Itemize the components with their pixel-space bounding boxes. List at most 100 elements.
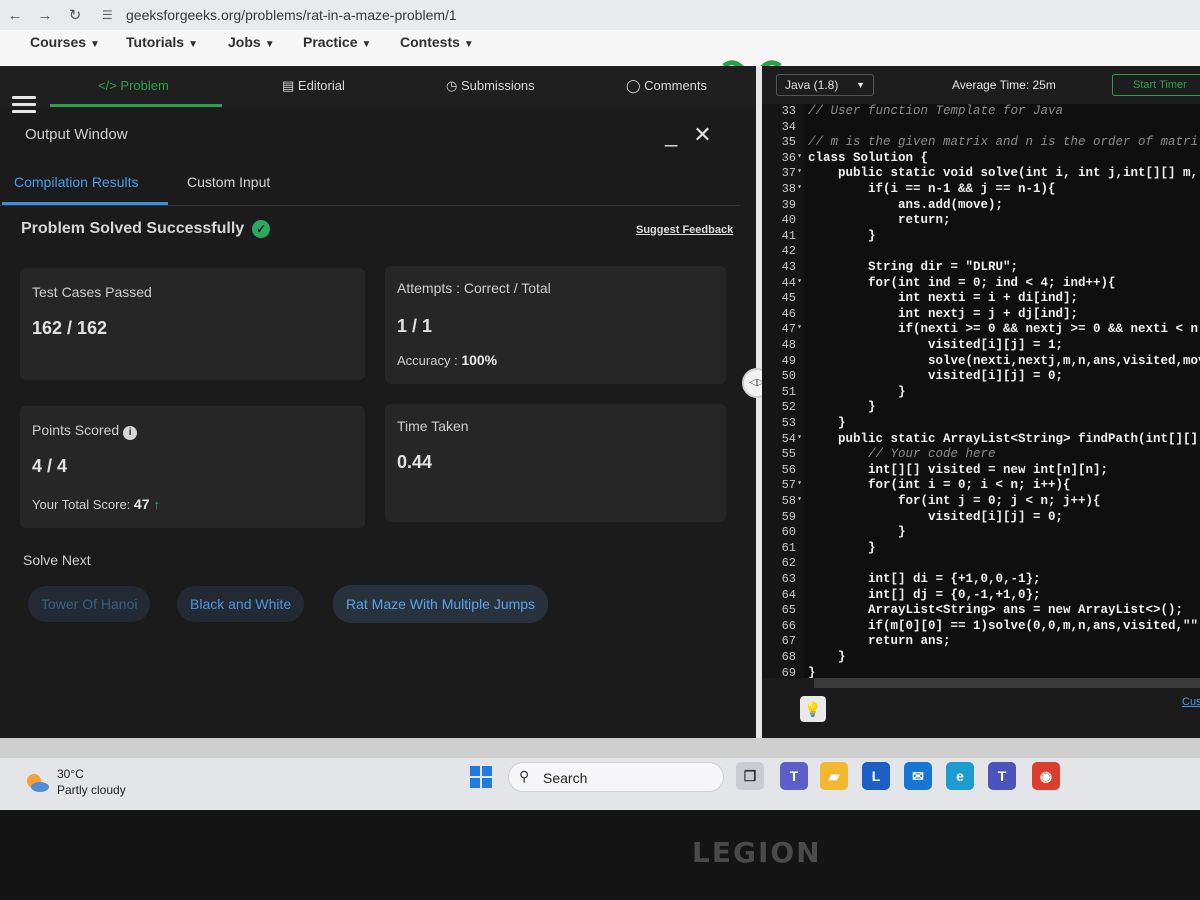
- line-number: 63: [781, 572, 796, 586]
- card-value: 162 / 162: [32, 318, 108, 338]
- line-number: 68: [781, 650, 796, 664]
- windows-start-icon[interactable]: [470, 766, 492, 788]
- minimize-icon[interactable]: _: [665, 122, 677, 147]
- tab-compilation-results[interactable]: Compilation Results: [14, 174, 139, 190]
- chrome-icon[interactable]: ◉: [1032, 762, 1060, 790]
- nav-tutorials[interactable]: Tutorials ▼: [126, 34, 198, 50]
- code-line: int nextj = j + dj[ind];: [808, 306, 1079, 321]
- back-arrow-icon[interactable]: ←: [0, 7, 30, 24]
- average-time: Average Time: 25m: [952, 78, 1056, 92]
- nav-courses[interactable]: Courses ▼: [30, 34, 100, 50]
- nav-label: Tutorials: [126, 34, 185, 50]
- test-cases-card: Test Cases Passed 162 / 162: [20, 268, 365, 380]
- nav-label: Practice: [303, 34, 358, 50]
- next-problem-chip[interactable]: Rat Maze With Multiple Jumps: [333, 585, 549, 623]
- site-settings-icon[interactable]: ☰: [102, 8, 116, 22]
- code-line: if(nexti >= 0 && nextj >= 0 && nexti < n: [808, 322, 1199, 337]
- fold-arrow-icon[interactable]: ▾: [792, 322, 802, 332]
- tab-editorial[interactable]: ▤ Editorial: [282, 78, 345, 94]
- solve-next-label: Solve Next: [23, 552, 91, 568]
- teams-chat-icon[interactable]: T: [988, 762, 1016, 790]
- chevron-down-icon: ▼: [463, 39, 474, 50]
- fold-arrow-icon[interactable]: ▾: [792, 276, 802, 286]
- tab-comments[interactable]: ◯ Comments: [626, 78, 707, 94]
- taskbar-search[interactable]: ⚲ Search: [508, 762, 724, 792]
- start-timer-button[interactable]: Start Timer: [1112, 74, 1200, 96]
- code-line: ans.add(move);: [808, 197, 1004, 212]
- code-icon: </>: [98, 78, 121, 93]
- caret-down-icon: ▼: [856, 80, 865, 90]
- fold-arrow-icon[interactable]: ▾: [792, 494, 802, 504]
- code-line: int[][] visited = new int[n][n];: [808, 462, 1109, 477]
- custom-input-link[interactable]: Cus: [1182, 696, 1200, 708]
- code-line: for(int i = 0; i < n; i++){: [808, 478, 1071, 493]
- next-problem-chip[interactable]: Black and White: [177, 586, 305, 622]
- line-number: 69: [781, 665, 796, 678]
- partly-cloudy-icon[interactable]: [24, 772, 50, 794]
- forward-arrow-icon[interactable]: →: [30, 7, 60, 24]
- tab-submissions[interactable]: ◷ Submissions: [446, 78, 535, 94]
- line-number: 53: [781, 416, 796, 430]
- horizontal-scrollbar[interactable]: [814, 678, 1200, 688]
- attempts-card: Attempts : Correct / Total 1 / 1 Accurac…: [385, 266, 726, 384]
- code-line: }: [808, 525, 906, 540]
- line-number: 64: [781, 587, 796, 602]
- fold-arrow-icon[interactable]: ▾: [792, 432, 802, 442]
- result-status: Problem Solved Successfully ✓: [21, 220, 271, 238]
- line-number: 65: [781, 603, 796, 618]
- code-editor[interactable]: 33 // User function Template for Java 34 35…: [762, 104, 1200, 678]
- code-line: if(m[0][0] == 1)solve(0,0,m,n,ans,visite…: [808, 618, 1199, 633]
- nav-contests[interactable]: Contests ▼: [400, 34, 474, 50]
- card-value: 4 / 4: [32, 456, 68, 476]
- fold-arrow-icon[interactable]: ▾: [792, 478, 802, 488]
- accuracy-label: Accuracy :: [397, 353, 458, 368]
- clock-icon: ◷: [446, 78, 461, 93]
- line-number: 33: [781, 104, 796, 118]
- line-number: 55: [781, 447, 796, 462]
- line-number: 36: [781, 150, 796, 165]
- edge-icon[interactable]: e: [946, 762, 974, 790]
- task-view-icon[interactable]: ❐: [736, 762, 764, 790]
- suggest-feedback-link[interactable]: Suggest Feedback: [636, 224, 733, 236]
- nav-practice[interactable]: Practice ▼: [303, 34, 371, 50]
- address-field[interactable]: geeksforgeeks.org/problems/rat-in-a-maze…: [126, 7, 457, 23]
- language-select[interactable]: Java (1.8) ▼: [776, 74, 874, 96]
- app-l-icon[interactable]: L: [862, 762, 890, 790]
- line-number: 56: [781, 462, 796, 477]
- code-line: visited[i][j] = 0;: [808, 369, 1064, 384]
- fold-arrow-icon[interactable]: ▾: [792, 166, 802, 176]
- card-label: Test Cases Passed: [32, 284, 152, 300]
- total-score-value: 47: [133, 496, 150, 512]
- line-number: 47: [781, 322, 796, 337]
- menu-icon[interactable]: [12, 96, 36, 114]
- nav-jobs[interactable]: Jobs ▼: [228, 34, 275, 50]
- reload-icon[interactable]: ↻: [60, 6, 90, 24]
- code-line: }: [808, 228, 876, 243]
- temperature: 30°C: [57, 767, 84, 781]
- code-line: visited[i][j] = 0;: [808, 509, 1064, 524]
- status-text: Problem Solved Successfully: [21, 220, 245, 237]
- code-line: public static ArrayList<String> findPath…: [808, 431, 1199, 446]
- tab-problem[interactable]: </> Problem: [98, 78, 169, 93]
- screen: ← → ↻ ☰ geeksforgeeks.org/problems/rat-i…: [0, 0, 1200, 758]
- card-label: Attempts : Correct / Total: [397, 280, 551, 296]
- language-value: Java (1.8): [785, 78, 839, 92]
- tab-custom-input[interactable]: Custom Input: [187, 174, 270, 190]
- file-explorer-icon[interactable]: ▰: [820, 762, 848, 790]
- code-line: ArrayList<String> ans = new ArrayList<>(…: [808, 603, 1184, 618]
- editor-header: Java (1.8) ▼ Average Time: 25m Start Time…: [762, 66, 1200, 104]
- nav-label: Courses: [30, 34, 87, 50]
- fold-arrow-icon[interactable]: ▾: [792, 151, 802, 161]
- teams-icon[interactable]: T: [780, 762, 808, 790]
- lightbulb-icon[interactable]: 💡: [800, 696, 826, 722]
- close-icon[interactable]: ✕: [693, 122, 711, 147]
- fold-arrow-icon[interactable]: ▾: [792, 182, 802, 192]
- info-icon[interactable]: i: [123, 426, 138, 440]
- next-problem-chip[interactable]: Tower Of Hanoi: [28, 586, 151, 622]
- line-number: 66: [781, 618, 796, 633]
- line-number: 35: [781, 135, 796, 150]
- line-number: 54: [781, 431, 796, 446]
- card-value: 0.44: [397, 452, 433, 472]
- mail-icon[interactable]: ✉: [904, 762, 932, 790]
- total-score-label: Your Total Score:: [32, 497, 131, 512]
